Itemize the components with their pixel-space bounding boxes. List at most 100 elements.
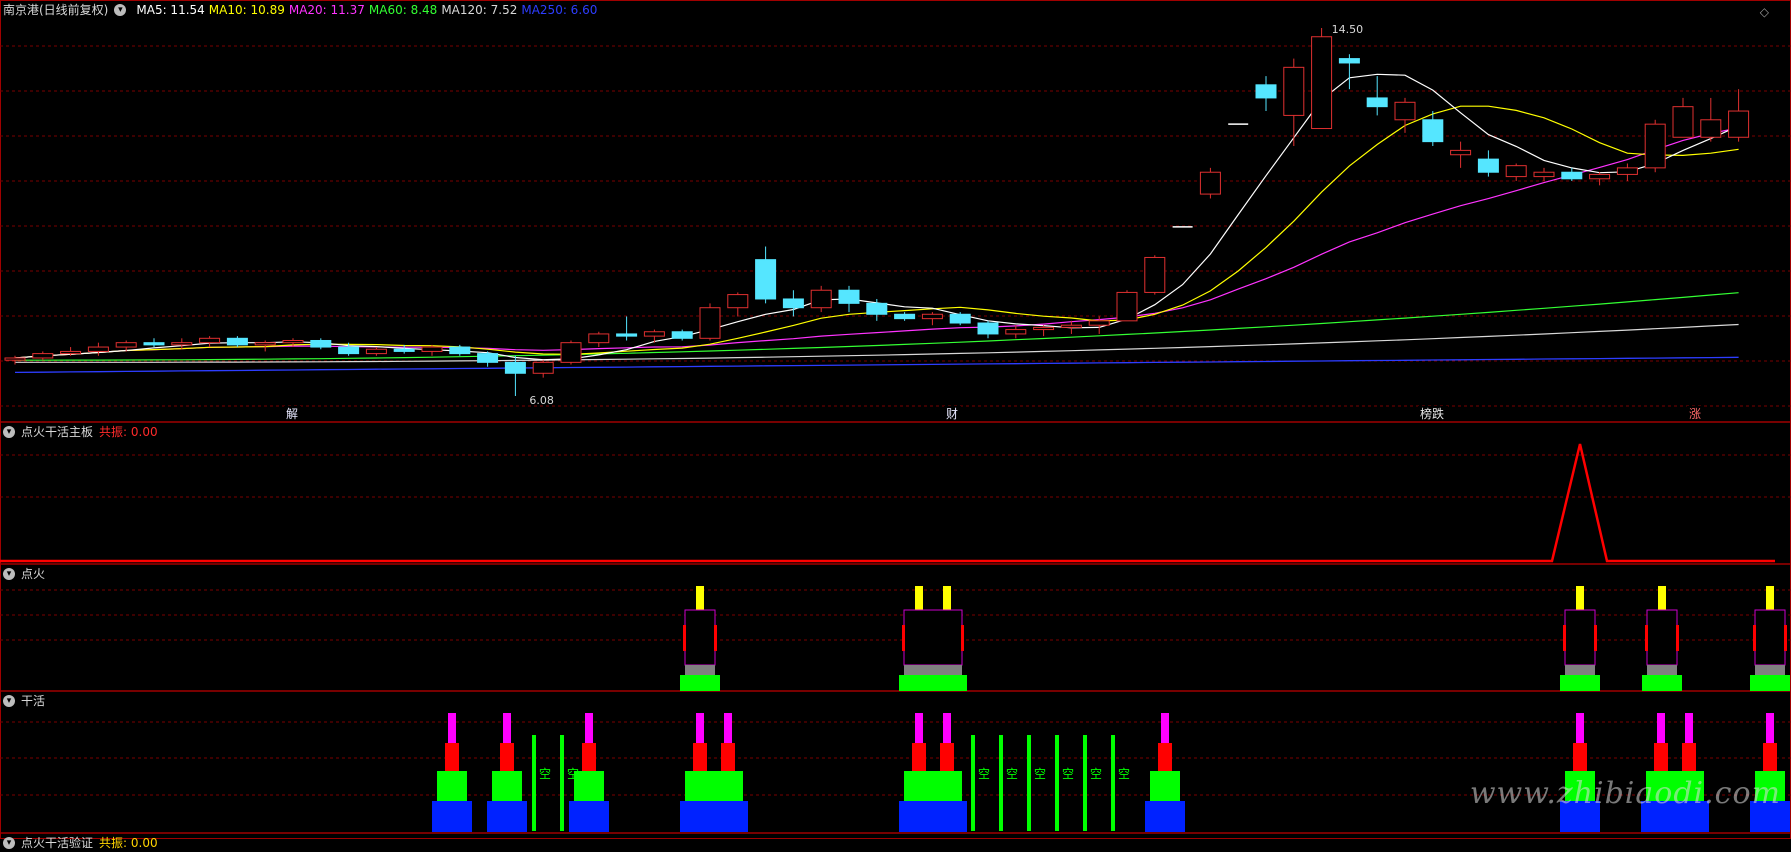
ignition-green-base: [1642, 675, 1682, 691]
candle-body: [977, 322, 999, 335]
candle-body: [143, 342, 165, 346]
watermark: www.zhibiaodi.com: [1469, 776, 1781, 811]
work-empty-bar: [1055, 735, 1059, 831]
candle-body: [199, 337, 221, 344]
work-empty-label: 空: [1062, 767, 1074, 781]
ignition-red-left: [1753, 625, 1756, 651]
work-empty-bar: [1083, 735, 1087, 831]
ignition-yellow-bar: [1766, 586, 1774, 610]
ignition-frame: [1646, 609, 1678, 666]
candle-body: [699, 307, 721, 339]
ignition-red-left: [683, 625, 686, 651]
candle-body: [1311, 36, 1333, 130]
candle-body: [894, 313, 916, 320]
ignition-yellow-bar: [915, 586, 923, 610]
stock-chart-canvas[interactable]: 14.50 6.08 解 财 榜跌 涨空 空 空 空 空 空 空 空: [0, 0, 1791, 839]
work-empty-label: 空: [1090, 767, 1102, 781]
ignition-frame: [1564, 609, 1596, 666]
ignition-green-base: [899, 675, 967, 691]
event-tag-2: 榜跌: [1420, 406, 1444, 421]
ignition-gray-band: [1755, 665, 1785, 675]
candle-body: [1616, 167, 1638, 175]
candle-body: [1477, 158, 1499, 173]
candle-body: [1199, 171, 1221, 195]
candle-body: [393, 348, 415, 352]
panel-4-toggle-icon[interactable]: ▾: [3, 695, 15, 707]
work-empty-label: 空: [539, 767, 551, 781]
ignition-red-right: [1676, 625, 1679, 651]
candle-body: [310, 339, 332, 348]
work-blue-block: [569, 801, 609, 832]
candle-body: [421, 346, 443, 352]
ignition-green-base: [1560, 675, 1600, 691]
candle-body: [921, 313, 943, 320]
ignition-yellow-bar: [1658, 586, 1666, 610]
candle-body: [1728, 110, 1750, 138]
candle-body: [1589, 173, 1611, 180]
ignition-frame: [903, 609, 963, 666]
candle-body: [171, 342, 193, 346]
candle-body: [949, 313, 971, 324]
candle-body: [477, 353, 499, 363]
ignition-yellow-bar: [943, 586, 951, 610]
work-red-bar: [445, 743, 459, 771]
work-empty-bar: [560, 735, 564, 831]
ignition-frame: [684, 609, 716, 666]
ignition-red-left: [902, 625, 905, 651]
work-magenta-bar: [696, 713, 704, 743]
work-green-block: [904, 771, 962, 801]
chart-options-icon[interactable]: ◇: [1760, 5, 1769, 19]
candle-body: [1366, 97, 1388, 108]
work-red-bar: [500, 743, 514, 771]
ignition-green-base: [680, 675, 720, 691]
candle-body: [866, 302, 888, 315]
event-tag-1: 财: [946, 407, 958, 421]
candle-body: [365, 348, 387, 355]
ignition-red-left: [1645, 625, 1648, 651]
ma-value-1: MA10: 10.89: [208, 3, 285, 17]
candle-body: [87, 346, 109, 352]
candle-body: [1700, 119, 1722, 138]
work-empty-bar: [1027, 735, 1031, 831]
work-green-block: [437, 771, 467, 801]
ignition-frame: [1754, 609, 1786, 666]
candle-body: [671, 331, 693, 339]
panel-3-toggle-icon[interactable]: ▾: [3, 568, 15, 580]
candle-body: [1060, 324, 1082, 328]
work-empty-label: 空: [567, 767, 579, 781]
work-magenta-bar: [724, 713, 732, 743]
panel-4-header: ▾ 干活: [3, 692, 45, 710]
candle-body: [560, 342, 582, 363]
work-blue-block: [899, 801, 967, 832]
candle-body: [1561, 171, 1583, 180]
ignition-yellow-bar: [696, 586, 704, 610]
panel-5-value: 共振: 0.00: [99, 836, 158, 850]
candle-body: [1255, 84, 1277, 99]
event-tag-3: 涨: [1689, 406, 1701, 421]
work-empty-label: 空: [978, 767, 990, 781]
ignition-green-base: [1750, 675, 1790, 691]
panel-2-toggle-icon[interactable]: ▾: [3, 426, 15, 438]
candle-body: [755, 259, 777, 300]
main-panel-title: 南京港(日线前复权): [3, 3, 109, 17]
work-magenta-bar: [448, 713, 456, 743]
work-empty-bar: [1111, 735, 1115, 831]
ma-value-list: MA5: 11.54 MA10: 10.89 MA20: 11.37 MA60: 8.…: [132, 1, 597, 19]
work-magenta-bar: [1685, 713, 1693, 743]
candle-body: [282, 339, 304, 344]
work-empty-bar: [532, 735, 536, 831]
work-red-bar: [1763, 743, 1777, 771]
candle-body: [115, 342, 137, 348]
work-magenta-bar: [1161, 713, 1169, 743]
high-price-label: 14.50: [1332, 23, 1364, 36]
panel-5-header: ▾ 点火干活验证 共振: 0.00: [3, 834, 158, 852]
ignition-gray-band: [1647, 665, 1677, 675]
candle-body: [449, 346, 471, 355]
panel-3-title: 点火: [21, 567, 46, 581]
candle-body: [504, 361, 526, 374]
indicator-settings-icon[interactable]: ▾: [114, 4, 127, 16]
candle-body: [588, 333, 610, 344]
work-empty-bar: [971, 735, 975, 831]
candle-body: [616, 333, 638, 337]
work-magenta-bar: [1766, 713, 1774, 743]
